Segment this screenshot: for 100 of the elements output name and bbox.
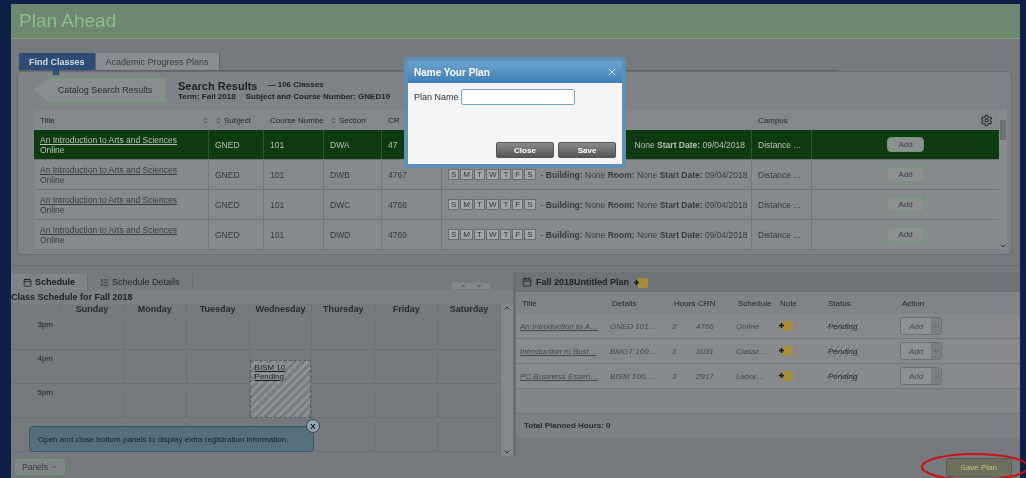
calendar-icon — [23, 277, 32, 287]
table-cell: DWA — [330, 139, 350, 150]
course-mode: Online — [40, 234, 65, 245]
weekday-box: W — [485, 169, 500, 180]
caret-icon[interactable] — [932, 347, 940, 355]
column-header[interactable]: Details — [606, 298, 668, 308]
table-cell: 101 — [270, 169, 285, 180]
column-header[interactable]: Course Numbe — [264, 115, 324, 125]
weekday-box: T — [474, 229, 485, 240]
column-header[interactable]: Campus — [752, 115, 812, 125]
sort-icon — [202, 116, 209, 124]
add-button[interactable]: Add — [887, 137, 924, 152]
meeting-info: None Start Date: 09/04/2018 — [634, 139, 745, 150]
column-header[interactable]: Schedule — [732, 298, 774, 308]
result-row[interactable]: An Introduction to Arts and Sciences Online GNED 101 DWD 4769 S M T W T F S - Building: None Room: None Start Date: 09/04/2018 Distance ... Add — [34, 220, 999, 250]
subject-label: Subject and Course Number: GNED10 — [245, 91, 391, 101]
class-event[interactable]: BISM 10 Pending — [249, 360, 312, 418]
column-header[interactable]: Status — [822, 298, 896, 308]
table-cell-text: BMGT 100… — [609, 346, 658, 356]
status-text: Pending — [826, 345, 860, 357]
column-header[interactable]: Title — [516, 298, 606, 308]
table-cell-text: 4766 — [695, 321, 715, 331]
meeting-info: - Building: None Room: None Start Date: 09/04/2018 — [540, 169, 748, 180]
action-select[interactable]: Add — [900, 342, 942, 360]
table-cell-text: GNED 101… — [609, 321, 658, 331]
table-cell: GNED — [215, 199, 240, 210]
save-plan-button[interactable]: Save Plan — [945, 457, 1012, 477]
scrollbar[interactable] — [501, 304, 513, 456]
day-header: Friday — [375, 304, 439, 316]
column-header[interactable]: Title — [34, 115, 209, 125]
column-header[interactable]: Subject — [209, 115, 264, 125]
course-link[interactable]: An Introduction to Arts and Sciences — [40, 194, 178, 205]
column-header[interactable]: Section — [324, 115, 382, 125]
table-cell: 4768 — [388, 199, 407, 210]
action-select[interactable]: Add — [900, 317, 942, 335]
dialog-title: Name Your Plan — [414, 66, 490, 78]
note-add-icon[interactable] — [633, 276, 650, 288]
course-link[interactable]: An Introduction to Arts and Sciences — [40, 164, 178, 175]
weekday-box: S — [524, 199, 536, 210]
course-link[interactable]: An Introduction to Arts and Sciences — [40, 224, 178, 235]
time-label: 4pm — [11, 354, 61, 384]
back-button[interactable]: Catalog Search Results — [34, 78, 166, 102]
table-cell: DWD — [330, 229, 351, 240]
event-code[interactable]: BISM 10 — [254, 363, 286, 372]
status-text: Pending — [826, 320, 860, 332]
add-button[interactable]: Add — [887, 197, 924, 212]
note-add-icon[interactable] — [778, 344, 794, 356]
note-add-icon[interactable] — [778, 319, 794, 331]
weekday-box: M — [460, 229, 473, 240]
action-select[interactable]: Add — [900, 367, 942, 385]
settings-icon[interactable] — [980, 113, 993, 127]
term-label: Term: Fall 2018 — [178, 91, 236, 101]
table-cell: DWB — [330, 169, 350, 180]
course-link[interactable]: An Introduction to Arts and Sciences — [40, 134, 178, 145]
event-status: Pending — [254, 372, 284, 381]
column-header[interactable]: Action — [896, 298, 1020, 308]
caret-icon[interactable] — [932, 372, 940, 380]
weekday-box: S — [448, 229, 460, 240]
table-cell: 101 — [270, 139, 285, 150]
dialog-button[interactable]: Save — [558, 142, 616, 158]
day-header: Wednesday — [249, 304, 313, 316]
tip-close-button[interactable]: X — [306, 419, 320, 433]
add-button[interactable]: Add — [887, 227, 924, 242]
sort-icon — [330, 116, 337, 124]
table-cell: 4767 — [388, 169, 407, 180]
plan-name-field[interactable] — [460, 89, 575, 105]
field-label: Plan Name — [414, 92, 459, 102]
column-header[interactable]: Note — [774, 298, 822, 308]
weekday-box: S — [448, 199, 460, 210]
sort-icon — [215, 116, 222, 124]
scroll-thumb[interactable] — [1000, 120, 1006, 140]
note-add-icon[interactable] — [778, 369, 794, 381]
results-count: — 106 Classes — [267, 79, 324, 91]
panels-button[interactable]: Panels — [15, 459, 65, 475]
list-icon — [100, 277, 109, 287]
scrollbar[interactable] — [999, 110, 1007, 250]
day-header: Sunday — [61, 304, 124, 316]
calendar-icon — [522, 277, 532, 287]
caret-icon[interactable] — [932, 322, 940, 330]
splitter-handle[interactable] — [452, 283, 490, 289]
course-mode: Online — [40, 144, 65, 155]
tab[interactable]: Academic Progress Plans — [95, 53, 220, 70]
dialog-button[interactable]: Close — [496, 142, 554, 158]
add-button[interactable]: Add — [887, 167, 924, 182]
close-icon[interactable] — [606, 66, 618, 78]
table-cell: Distance ... — [758, 139, 801, 150]
meeting-info: - Building: None Room: None Start Date: 09/04/2018 — [540, 229, 748, 240]
table-cell: 4769 — [388, 229, 407, 240]
weekday-box: M — [460, 169, 473, 180]
result-row[interactable]: An Introduction to Arts and Sciences Online GNED 101 DWB 4767 S M T W T F S - Building: None Room: None Start Date: 09/04/2018 Distance ... Add — [34, 160, 999, 190]
tab[interactable]: Schedule — [11, 274, 88, 290]
course-mode: Online — [40, 174, 65, 185]
weekday-box: S — [524, 169, 536, 180]
total-hours: Total Planned Hours: 0 — [516, 414, 1020, 437]
table-cell: 101 — [270, 199, 285, 210]
result-row[interactable]: An Introduction to Arts and Sciences Online GNED 101 DWC 4768 S M T W T F S - Building: None Room: None Start Date: 09/04/2018 Distance ... Add — [34, 190, 999, 220]
table-cell: GNED — [215, 229, 240, 240]
table-cell-text: 2917 — [695, 371, 715, 381]
time-label: 5pm — [11, 388, 61, 418]
results-heading: Search Results — [178, 79, 258, 92]
